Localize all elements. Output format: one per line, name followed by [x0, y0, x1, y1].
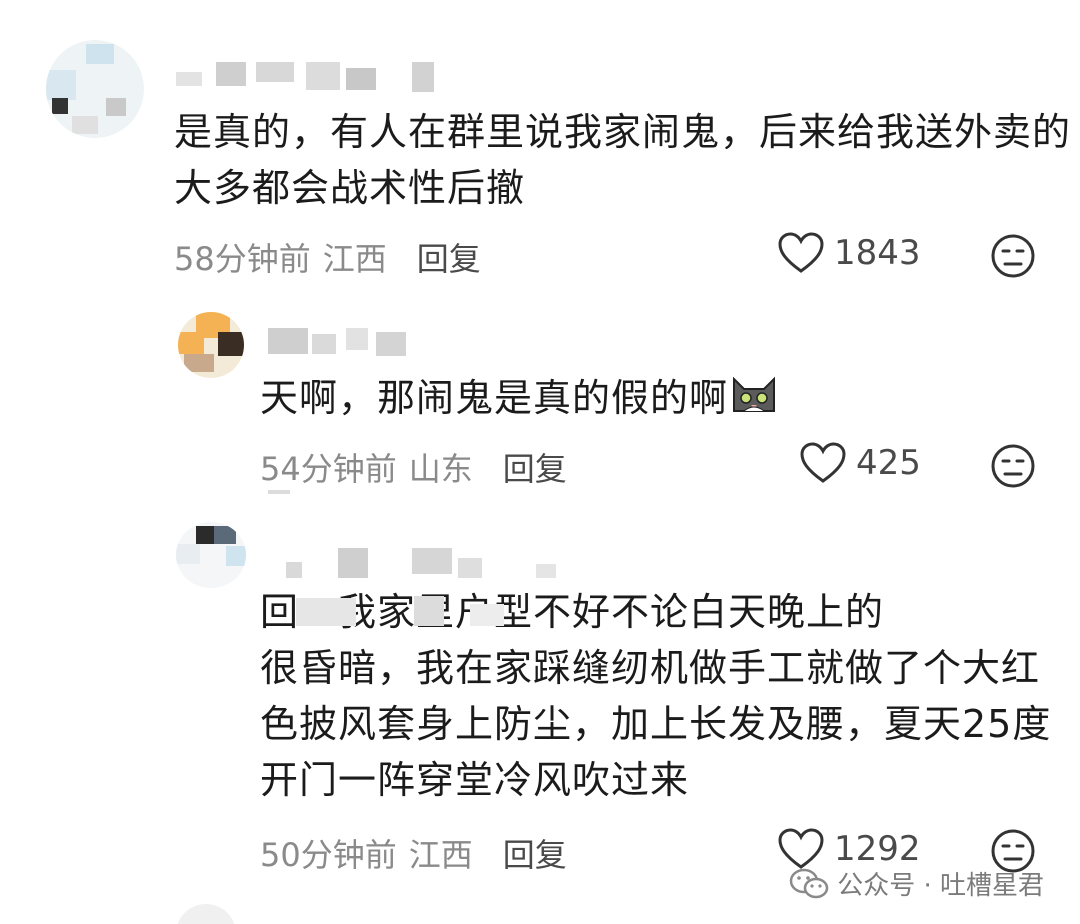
comment-line-with-emoji: 天啊，那闹鬼是真的假的啊: [260, 370, 778, 430]
comment-time: 54分钟前: [260, 450, 397, 488]
comment-meta: 50分钟前 江西 回复: [260, 830, 567, 876]
reply-target-blurred: [296, 598, 356, 626]
comment-meta: 54分钟前 山东 回复: [260, 444, 567, 490]
comment-location: 山东: [408, 450, 473, 488]
watermark: 公众号 · 吐槽星君: [789, 865, 1044, 902]
comment-line: 天啊，那闹鬼是真的假的啊: [260, 376, 729, 420]
watermark-text: 公众号 · 吐槽星君: [837, 871, 1044, 901]
comment-line: 开门一阵穿堂冷风吹过来: [260, 758, 690, 802]
comment-meta: 58分钟前 江西 回复: [174, 234, 481, 280]
wechat-logo-icon: [789, 868, 829, 898]
comment-location: 江西: [322, 240, 387, 278]
avatar: [176, 904, 236, 924]
heart-outline-icon: [800, 442, 846, 483]
comment-location: 江西: [408, 836, 473, 874]
comment-time: 50分钟前: [260, 836, 397, 874]
username-blurred: [286, 548, 566, 578]
reply-button[interactable]: 回复: [417, 234, 481, 280]
reply-button[interactable]: 回复: [503, 444, 567, 490]
heart-outline-icon: [778, 232, 824, 273]
comment-line: 色披风套身上防尘，加上长发及腰，夏天25度: [260, 702, 1052, 746]
comment-thread: 是真的，有人在群里说我家闹鬼，后来给我送外卖的 大多都会战术性后撤 58分钟前 …: [0, 0, 1080, 924]
reply-button[interactable]: 回复: [503, 830, 567, 876]
like-button[interactable]: 1292: [778, 828, 921, 870]
dislike-button[interactable]: [990, 233, 1036, 283]
comment-line: 是真的，有人在群里说我家闹鬼，后来给我送外卖的: [174, 110, 1072, 154]
username-blurred: [268, 328, 418, 358]
meh-face-icon: [991, 234, 1035, 278]
comment-line: 回：我家里户型不好不论白天晚上的: [260, 590, 885, 634]
comment-text: 天啊，那闹鬼是真的假的啊: [260, 370, 778, 430]
comment-text: 是真的，有人在群里说我家闹鬼，后来给我送外卖的 大多都会战术性后撤: [174, 104, 1071, 216]
username-blurred: [176, 62, 456, 92]
avatar[interactable]: [176, 522, 246, 588]
like-count: 1843: [834, 233, 921, 273]
like-button[interactable]: 1843: [778, 232, 921, 274]
reply-target-blurred: [414, 596, 444, 626]
like-count: 1292: [834, 829, 921, 869]
meh-face-icon: [991, 444, 1035, 488]
comment-line: 大多都会战术性后撤: [174, 166, 526, 210]
avatar[interactable]: [46, 40, 144, 138]
like-count: 425: [856, 443, 921, 483]
cat-face-emoji-icon: [730, 371, 778, 430]
comment-time: 58分钟前: [174, 240, 311, 278]
like-button[interactable]: 425: [800, 442, 921, 484]
heart-outline-icon: [778, 828, 824, 869]
avatar[interactable]: [178, 312, 244, 378]
comment-text: 回：我家里户型不好不论白天晚上的 很昏暗，我在家踩缝纫机做手工就做了个大红 色披…: [260, 584, 1051, 808]
dislike-button[interactable]: [990, 443, 1036, 493]
divider-fragment: [268, 490, 290, 494]
reply-target-blurred: [470, 604, 504, 626]
comment-line: 很昏暗，我在家踩缝纫机做手工就做了个大红: [260, 646, 1041, 690]
